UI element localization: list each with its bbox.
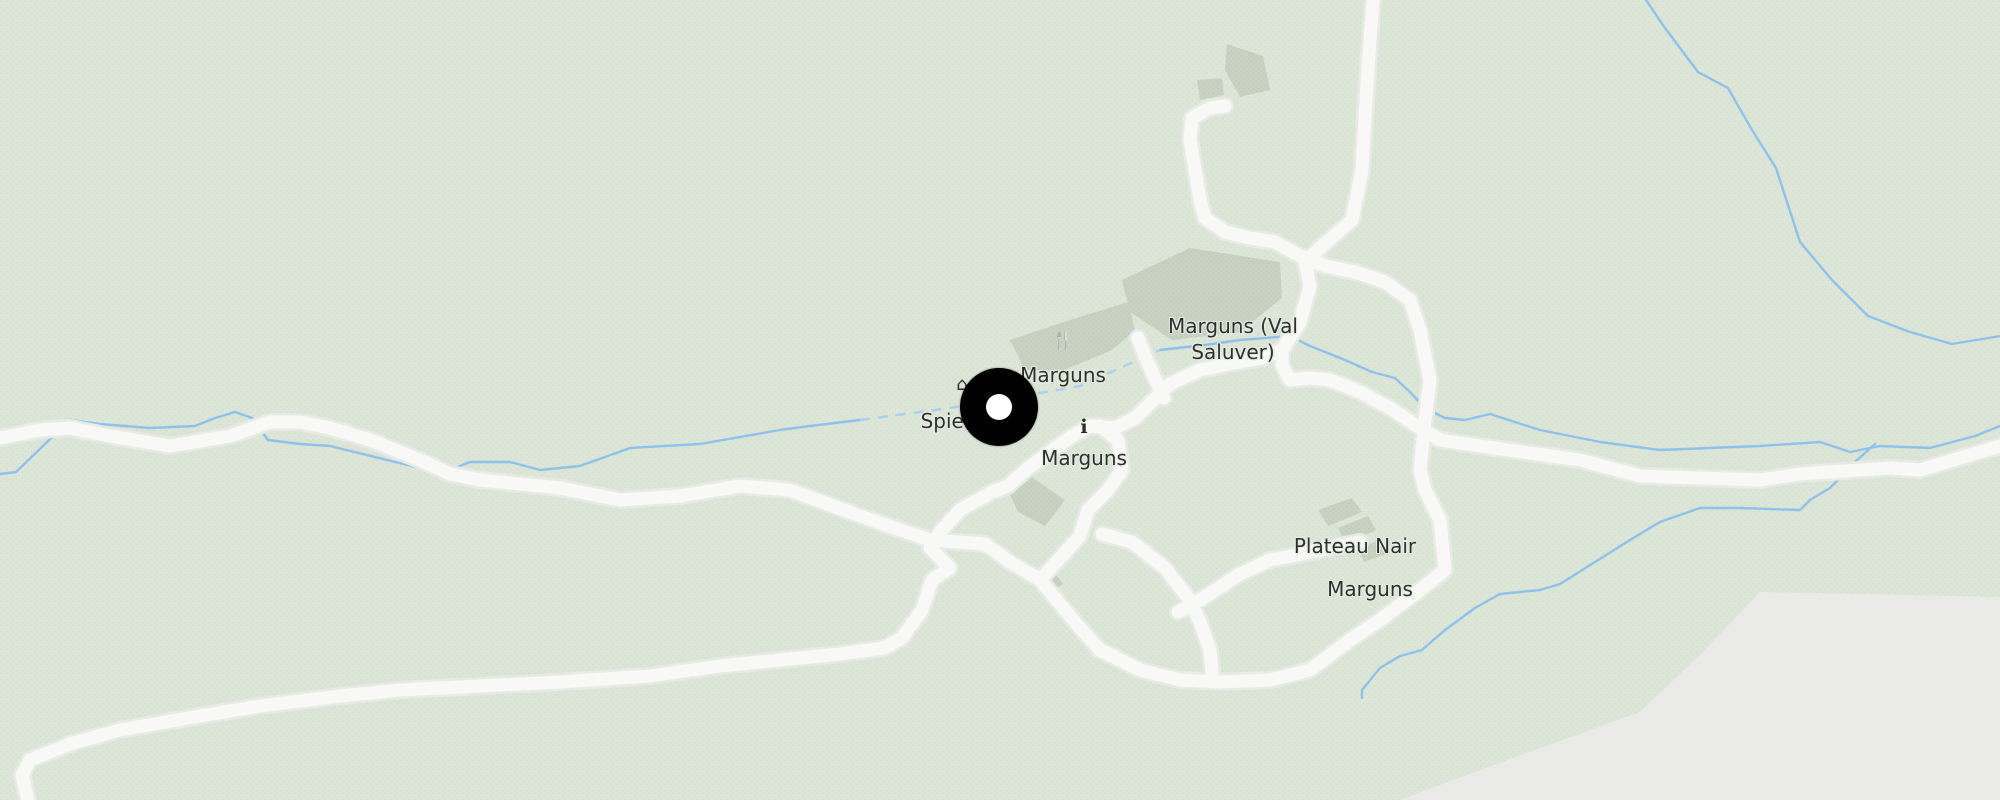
label-marguns-info[interactable]: Marguns [1041, 445, 1127, 471]
map-view[interactable]: 🍴 ⌂ i Spiel Marguns Marguns (Val Saluver… [0, 0, 2000, 800]
info-icon[interactable]: i [1080, 418, 1087, 437]
restaurant-icon[interactable]: 🍴 [1052, 332, 1074, 350]
location-marker-dot [986, 394, 1012, 420]
location-marker[interactable] [960, 368, 1038, 446]
label-marguns-restaurant[interactable]: Marguns [1020, 362, 1106, 388]
label-marguns-val-saluver[interactable]: Marguns (Val Saluver) [1168, 313, 1298, 365]
label-plateau-nair[interactable]: Plateau Nair [1294, 533, 1416, 559]
label-marguns-south[interactable]: Marguns [1327, 576, 1413, 602]
